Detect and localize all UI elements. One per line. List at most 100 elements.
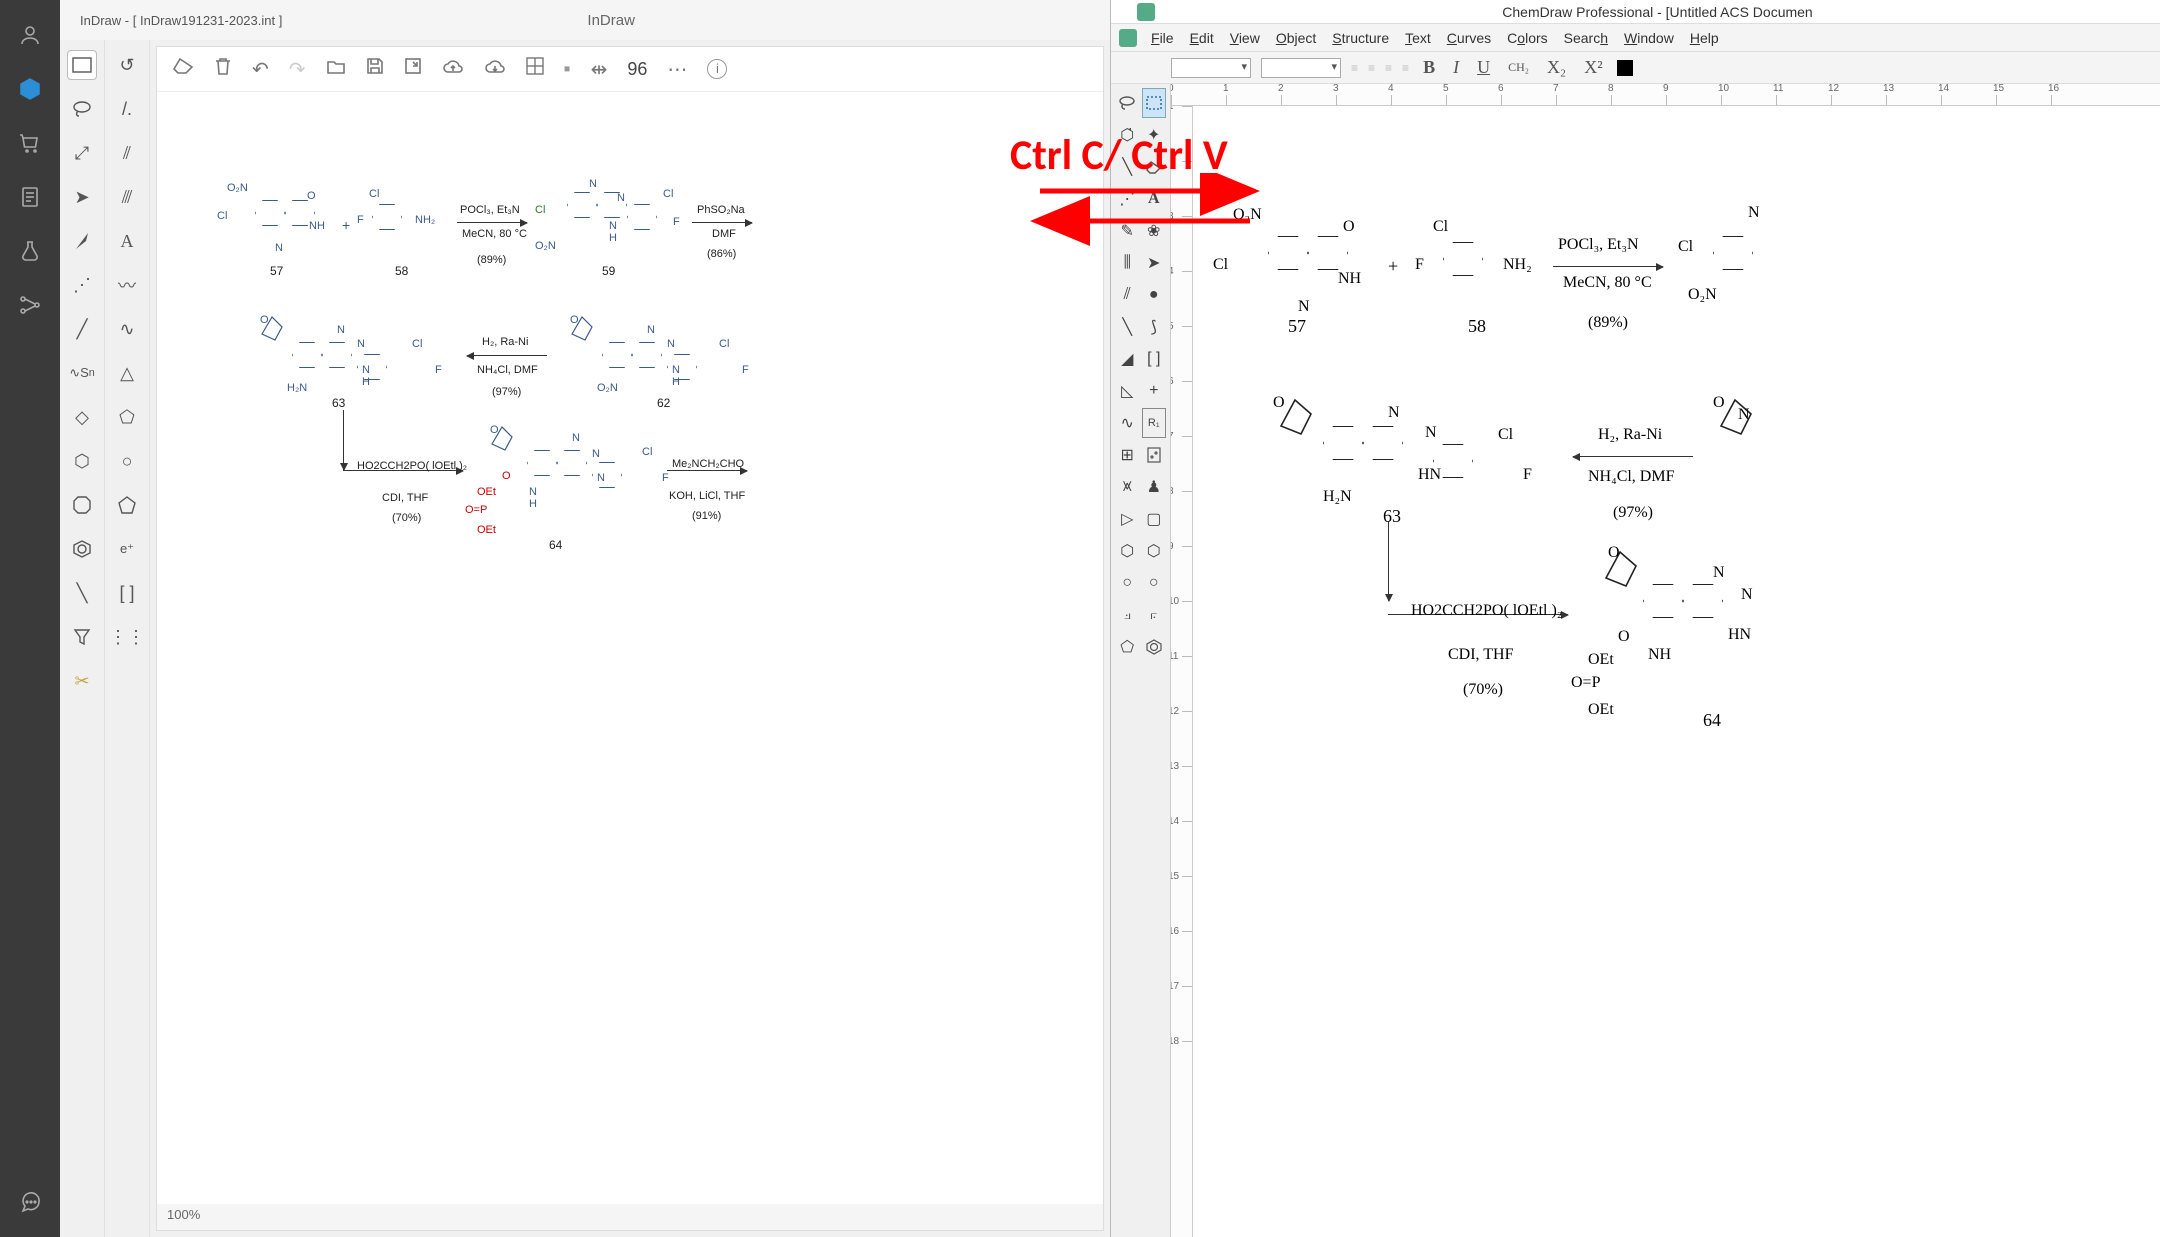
chain-sn-icon[interactable]: ∿Sn xyxy=(67,358,97,388)
pen-tool-icon[interactable] xyxy=(67,226,97,256)
export-icon[interactable] xyxy=(404,57,422,81)
cd-rect-icon[interactable]: ▢ xyxy=(1142,504,1167,534)
cd-line-icon[interactable]: ╲ xyxy=(1115,312,1140,342)
cd-play-icon[interactable]: ▷ xyxy=(1115,504,1140,534)
rail-graph-icon[interactable] xyxy=(15,290,45,320)
align-justify-icon[interactable]: ≡ xyxy=(1402,61,1409,75)
select-rect-icon[interactable] xyxy=(67,50,97,80)
italic-button[interactable]: I xyxy=(1449,57,1463,78)
cd-pentagon-icon[interactable]: ⬠ xyxy=(1115,632,1140,662)
cd-dotbond-icon[interactable]: ⋰ xyxy=(1115,184,1140,214)
cd-plus-icon[interactable]: + xyxy=(1142,376,1167,406)
subscript-button[interactable]: X₂ xyxy=(1543,57,1570,78)
cd-fragment-icon[interactable]: ✦ xyxy=(1142,120,1167,150)
chain-icon[interactable]: ∿ xyxy=(112,314,142,344)
text-tool-icon[interactable]: A xyxy=(112,226,142,256)
bold-button[interactable]: B xyxy=(1419,57,1439,78)
fill-icon[interactable]: ▪ xyxy=(564,58,571,81)
menu-text[interactable]: Text xyxy=(1399,28,1437,48)
redo-icon[interactable]: ↷ xyxy=(289,57,306,82)
rail-hex-icon[interactable] xyxy=(15,74,45,104)
cd-wavy-icon[interactable]: ∿ xyxy=(1115,408,1140,438)
wedge-dash-icon[interactable]: ⋰ xyxy=(67,270,97,300)
cd-eraser-icon[interactable] xyxy=(1142,152,1167,182)
cd-wedge-icon[interactable]: ◢ xyxy=(1115,344,1140,374)
charge-icon[interactable]: e⁺ xyxy=(112,534,142,564)
cd-table-icon[interactable]: ⊞ xyxy=(1115,440,1140,470)
indraw-canvas[interactable]: O₂N Cl O NH N 57 + F Cl NH₂ 58 POCl₃, Et… xyxy=(157,92,1103,1204)
scissors-icon[interactable]: ✂ xyxy=(67,666,97,696)
menu-search[interactable]: Search xyxy=(1558,28,1614,48)
cd-hash-icon[interactable]: ⫼ xyxy=(1115,248,1140,278)
rail-flask-icon[interactable] xyxy=(15,236,45,266)
circle-icon[interactable]: ○ xyxy=(112,446,142,476)
font-size-select[interactable] xyxy=(1261,58,1341,78)
hexagon-icon[interactable]: ⬡ xyxy=(67,446,97,476)
font-family-select[interactable] xyxy=(1171,58,1251,78)
funnel-icon[interactable] xyxy=(67,622,97,652)
cd-bond-icon[interactable]: ╲ xyxy=(1115,152,1140,182)
menu-window[interactable]: Window xyxy=(1618,28,1680,48)
triangle-icon[interactable]: △ xyxy=(112,358,142,388)
arrow-tool-icon[interactable]: ➤ xyxy=(67,182,97,212)
rail-user-icon[interactable] xyxy=(15,20,45,50)
menu-colors[interactable]: Colors xyxy=(1501,28,1553,48)
cd-chair1-icon[interactable]: ⟓ xyxy=(1115,600,1140,630)
double-bond-icon[interactable]: ⫽ xyxy=(112,138,142,168)
move-icon[interactable]: ⤢ xyxy=(67,138,97,168)
trash-icon[interactable] xyxy=(214,56,232,82)
cd-arrow-icon[interactable]: ➤ xyxy=(1142,248,1167,278)
open-icon[interactable] xyxy=(326,58,346,81)
menu-edit[interactable]: Edit xyxy=(1184,28,1220,48)
bracket-icon[interactable]: [ ] xyxy=(112,578,142,608)
cd-hex2-icon[interactable]: ⬡ xyxy=(1142,536,1167,566)
rail-chat-icon[interactable] xyxy=(15,1187,45,1217)
menu-file[interactable]: File xyxy=(1145,28,1180,48)
cd-chair2-icon[interactable]: ⟔ xyxy=(1142,600,1167,630)
cd-dottri-icon[interactable]: ◺ xyxy=(1115,376,1140,406)
rotate-icon[interactable]: ↺ xyxy=(112,50,142,80)
cd-hex1-icon[interactable]: ⬡ xyxy=(1115,536,1140,566)
cd-dash-icon[interactable]: ⫽ xyxy=(1115,280,1140,310)
cd-circ1-icon[interactable]: ○ xyxy=(1115,568,1140,598)
benzene-icon[interactable] xyxy=(67,534,97,564)
info-icon[interactable]: i xyxy=(707,59,727,79)
cloud-up-icon[interactable] xyxy=(442,58,464,81)
cd-structure-icon[interactable]: ⬡̇ xyxy=(1115,120,1140,150)
cd-circle-icon[interactable]: ● xyxy=(1142,280,1167,310)
menu-view[interactable]: View xyxy=(1224,28,1266,48)
cd-curve-icon[interactable]: ⟆ xyxy=(1142,312,1167,342)
align-left-icon[interactable]: ≡ xyxy=(1351,61,1358,75)
underline-button[interactable]: U xyxy=(1473,57,1494,78)
bond-icon[interactable]: ╱ xyxy=(67,314,97,344)
cd-text-icon[interactable]: A xyxy=(1142,184,1167,214)
formula-button[interactable]: CH₂ xyxy=(1504,60,1533,75)
cd-zigzag-icon[interactable]: ⩙ xyxy=(1115,472,1140,502)
align-center-icon[interactable]: ≡ xyxy=(1368,61,1375,75)
lasso-icon[interactable] xyxy=(67,94,97,124)
cd-template-icon[interactable]: ❀ xyxy=(1142,216,1167,246)
align-right-icon[interactable]: ≡ xyxy=(1385,61,1392,75)
diamond-icon[interactable]: ◇ xyxy=(67,402,97,432)
cd-stamp-icon[interactable]: ♟ xyxy=(1142,472,1167,502)
single-bond-icon[interactable]: /. xyxy=(112,94,142,124)
cd-bracket-icon[interactable]: [ ] xyxy=(1142,344,1167,374)
cd-lasso-icon[interactable] xyxy=(1115,88,1140,118)
wavy-bond-icon[interactable]: 〰 xyxy=(112,270,142,300)
cd-rgroup-icon[interactable]: R₁ xyxy=(1142,408,1167,438)
menu-structure[interactable]: Structure xyxy=(1326,28,1395,48)
cd-tlc-icon[interactable] xyxy=(1142,440,1167,470)
menu-help[interactable]: Help xyxy=(1684,28,1725,48)
superscript-button[interactable]: X² xyxy=(1580,57,1606,78)
triple-bond-icon[interactable]: ⫻ xyxy=(112,182,142,212)
save-icon[interactable] xyxy=(366,57,384,81)
more-icon[interactable]: ⋯ xyxy=(667,57,687,82)
eraser-icon[interactable] xyxy=(172,57,194,81)
cd-circ2-icon[interactable]: ○ xyxy=(1142,568,1167,598)
menu-object[interactable]: Object xyxy=(1270,28,1322,48)
pentagon-icon[interactable]: ⬠ xyxy=(112,402,142,432)
octagon-icon[interactable] xyxy=(67,490,97,520)
dotgrid-icon[interactable]: ⋮⋮ xyxy=(112,622,142,652)
color-swatch[interactable] xyxy=(1617,60,1633,76)
fit-icon[interactable]: ⇹ xyxy=(591,57,608,82)
